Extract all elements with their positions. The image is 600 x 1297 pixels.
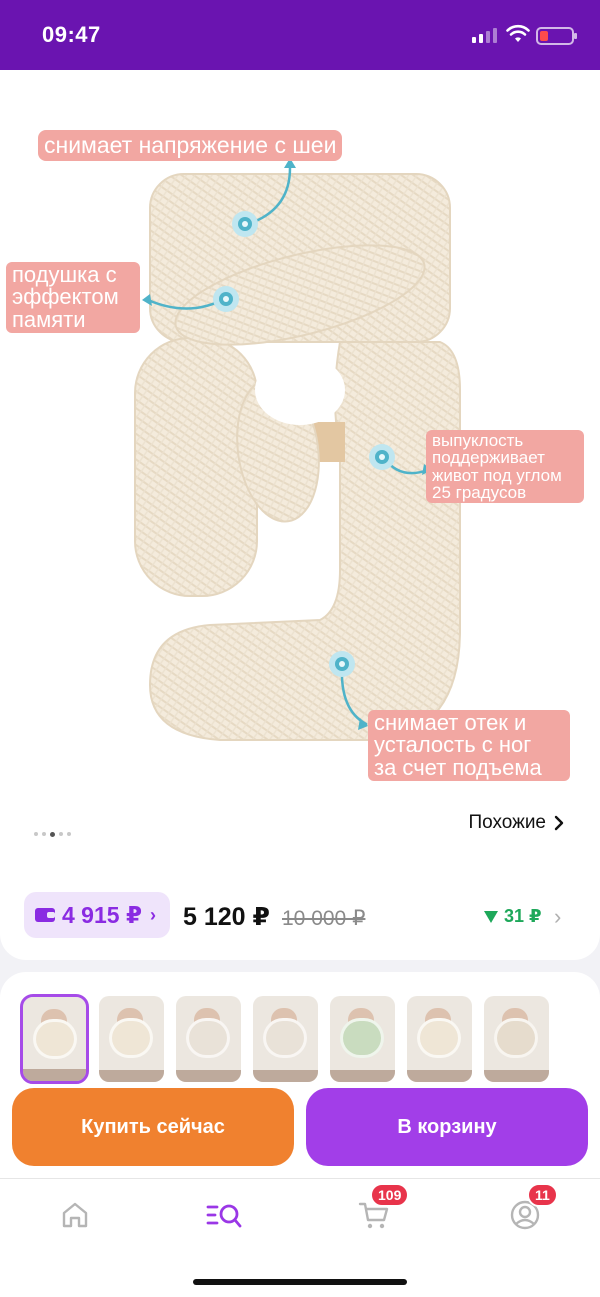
callout-belly: выпуклость поддерживает живот под углом … (426, 430, 584, 504)
wifi-icon (506, 24, 530, 42)
tab-cart[interactable]: 109 (354, 1183, 410, 1235)
thumbnail-pillow (33, 1019, 77, 1059)
favorite-heart-icon[interactable] (472, 96, 510, 130)
thumbnail-caption-strip (253, 1070, 318, 1082)
tab-home[interactable] (55, 1195, 95, 1235)
product-image-gallery[interactable]: снимает напряжение с шеи подушка с эффек… (0, 70, 600, 870)
similar-link[interactable]: Похожие (468, 812, 564, 834)
back-button[interactable] (22, 98, 50, 128)
variant-thumbnail[interactable] (176, 996, 241, 1082)
buy-now-button[interactable]: Купить сейчас (12, 1088, 294, 1166)
variant-thumbnail[interactable] (330, 996, 395, 1082)
wallet-price: 4 915 ₽ (62, 901, 142, 928)
old-price: 10 000 ₽ (282, 907, 366, 930)
add-to-cart-button[interactable]: В корзину (306, 1088, 588, 1166)
status-bar: 09:47 (0, 0, 600, 70)
thumbnail-caption-strip (176, 1070, 241, 1082)
thumbnail-pillow (263, 1018, 307, 1058)
catalog-search-icon (206, 1204, 242, 1228)
thumbnail-caption-strip (330, 1070, 395, 1082)
thumbnail-pillow (340, 1018, 384, 1058)
wallet-price-chip[interactable]: 4 915 ₽ › (24, 892, 170, 938)
thumbnail-caption-strip (407, 1070, 472, 1082)
current-price: 5 120 ₽ (183, 903, 270, 931)
carousel-dot (42, 832, 46, 836)
thumbnail-caption-strip (99, 1070, 164, 1082)
battery-icon (536, 27, 577, 45)
thumbnail-pillow (186, 1018, 230, 1058)
carousel-dot (50, 831, 55, 837)
variant-thumbnail[interactable] (253, 996, 318, 1082)
chevron-right-icon[interactable]: › (554, 904, 561, 930)
variant-thumbnail[interactable] (484, 996, 549, 1082)
cashback[interactable]: 31 ₽ (484, 906, 542, 927)
variant-thumbnail[interactable] (407, 996, 472, 1082)
home-indicator (193, 1279, 407, 1285)
carousel-dot (59, 832, 63, 836)
thumbnail-pillow (417, 1018, 461, 1058)
carousel-dots (34, 831, 71, 837)
tab-profile[interactable]: 11 (505, 1183, 558, 1235)
variant-thumbnail[interactable] (99, 996, 164, 1082)
status-time: 09:47 (42, 22, 101, 47)
chevron-right-icon (554, 815, 564, 831)
callout-legs: снимает отек и усталость с ног за счет п… (368, 710, 570, 782)
profile-badge: 11 (527, 1183, 558, 1207)
cellular-signal-icon (472, 28, 497, 43)
thumbnail-pillow (109, 1018, 153, 1058)
variant-thumbnail[interactable] (20, 994, 89, 1084)
variants-card: Купить сейчас В корзину (0, 972, 600, 1182)
variant-thumbnails (20, 994, 549, 1084)
carousel-dot (67, 832, 71, 836)
callout-neck: снимает напряжение с шеи (38, 130, 343, 162)
thumbnail-caption-strip (23, 1069, 86, 1081)
cashback-value: 31 ₽ (504, 906, 542, 926)
chevron-right-icon: › (149, 904, 156, 925)
wallet-icon (35, 908, 55, 922)
price-card: 4 915 ₽ › 5 120 ₽ 10 000 ₽ 31 ₽ › (0, 864, 600, 960)
tab-catalog[interactable] (204, 1195, 244, 1235)
home-icon (62, 1202, 88, 1228)
cart-badge: 109 (370, 1183, 410, 1207)
triangle-down-icon (484, 910, 498, 923)
thumbnail-pillow (494, 1018, 538, 1058)
share-icon[interactable] (548, 94, 580, 132)
carousel-dot (34, 832, 38, 836)
callout-memory: подушка с эффектом памяти (6, 262, 140, 334)
similar-label: Похожие (468, 812, 546, 833)
thumbnail-caption-strip (484, 1070, 549, 1082)
